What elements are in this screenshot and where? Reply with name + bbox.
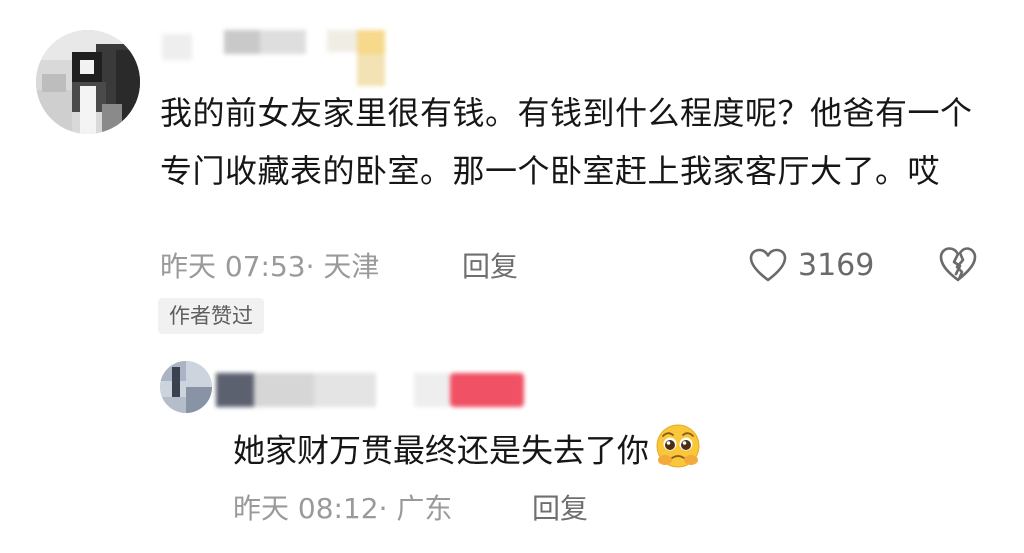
reply-text: 她家财万贯最终还是失去了你: [233, 420, 703, 485]
reply-username-blurred[interactable]: [216, 373, 536, 413]
pixelated-avatar-image: [36, 30, 140, 134]
reply-text-content: 她家财万贯最终还是失去了你: [233, 431, 650, 470]
reply-timestamp-location: 昨天 08:12· 广东: [233, 492, 453, 525]
pleading-face-emoji: [653, 420, 703, 485]
like-button[interactable]: 3169: [748, 245, 874, 285]
username-blurred[interactable]: [162, 30, 402, 88]
dislike-button[interactable]: [938, 245, 978, 285]
heart-outline-icon: [749, 248, 787, 282]
pixelated-avatar-image: [160, 361, 212, 413]
reply-avatar[interactable]: [160, 361, 212, 413]
broken-heart-icon: [939, 247, 977, 282]
reply-reply-button[interactable]: 回复: [532, 487, 588, 527]
comment-timestamp-location: 昨天 07:53· 天津: [160, 250, 380, 283]
author-liked-badge: 作者赞过: [158, 298, 264, 334]
comment-text: 我的前女友家里很有钱。有钱到什么程度呢？他爸有一个专门收藏表的卧室。那一个卧室赶…: [160, 94, 973, 190]
like-count: 3169: [798, 247, 875, 283]
reply-button[interactable]: 回复: [462, 245, 518, 285]
avatar[interactable]: [36, 30, 140, 134]
